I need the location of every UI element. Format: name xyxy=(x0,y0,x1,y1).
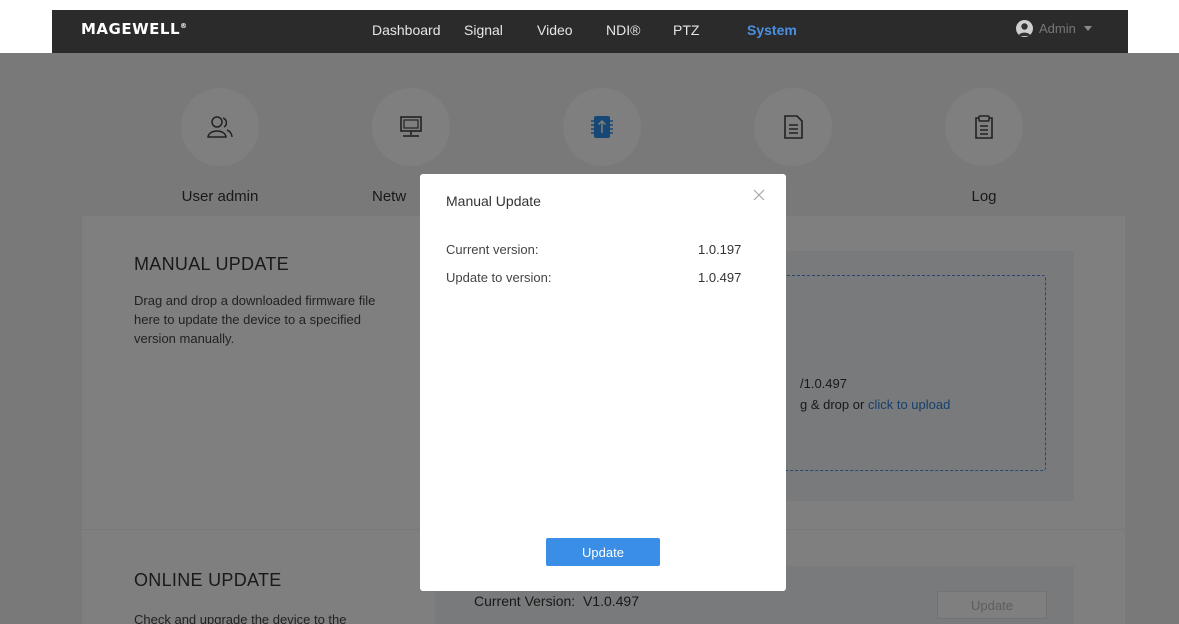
update-button[interactable]: Update xyxy=(546,538,660,566)
current-version-label: Current version: xyxy=(446,242,539,257)
top-bar: MAGEWELL® Dashboard Signal Video NDI® PT… xyxy=(0,0,1179,53)
nav-bar: MAGEWELL® Dashboard Signal Video NDI® PT… xyxy=(52,10,1128,53)
dialog-title: Manual Update xyxy=(446,193,541,209)
nav-ptz[interactable]: PTZ xyxy=(673,22,699,38)
nav-ndi[interactable]: NDI® xyxy=(606,22,640,38)
manual-update-dialog: Manual Update Current version: 1.0.197 U… xyxy=(420,174,786,591)
current-version-value: 1.0.197 xyxy=(698,242,742,257)
nav-video[interactable]: Video xyxy=(537,22,573,38)
update-to-version-value: 1.0.497 xyxy=(698,270,742,285)
nav-signal[interactable]: Signal xyxy=(464,22,503,38)
nav-system[interactable]: System xyxy=(747,22,797,38)
close-icon[interactable] xyxy=(752,188,766,202)
user-menu[interactable]: Admin xyxy=(1016,20,1092,37)
user-avatar-icon xyxy=(1016,20,1033,37)
user-name: Admin xyxy=(1039,21,1076,36)
chevron-down-icon xyxy=(1083,26,1092,31)
update-to-version-label: Update to version: xyxy=(446,270,552,285)
brand-logo[interactable]: MAGEWELL® xyxy=(81,20,188,38)
nav-dashboard[interactable]: Dashboard xyxy=(372,22,441,38)
